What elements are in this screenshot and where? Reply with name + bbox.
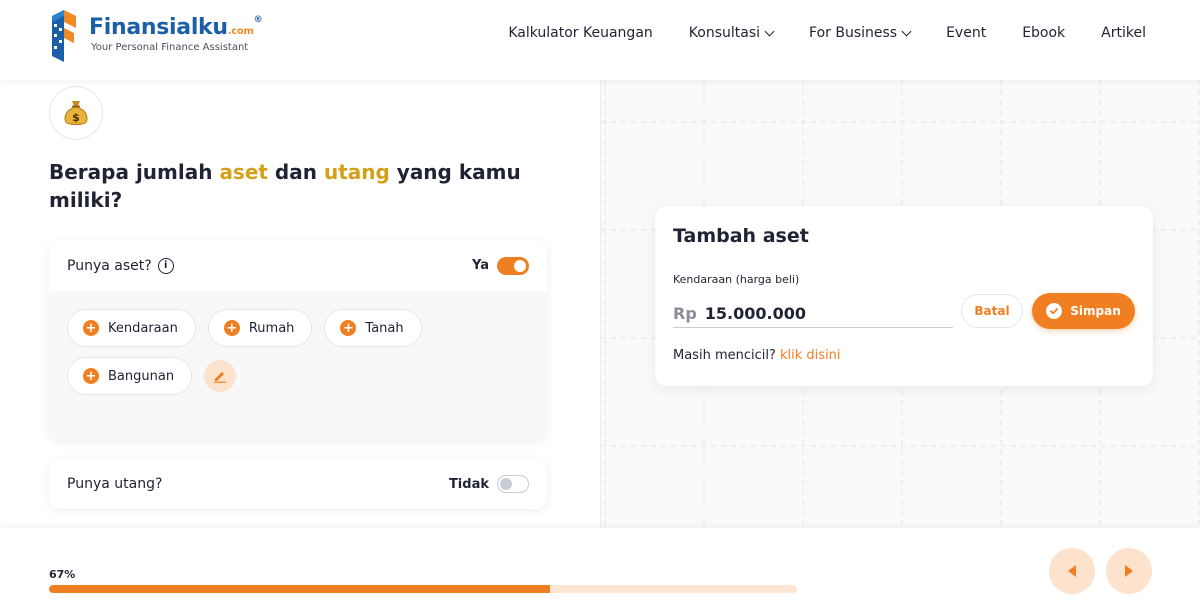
question-panel: $ Berapa jumlah aset dan utang yang kamu… bbox=[0, 80, 600, 528]
nav-label: Konsultasi bbox=[688, 25, 761, 41]
aset-card: Punya aset? i Ya + Kendaraan + Rumah + Tana… bbox=[49, 240, 547, 440]
tambah-aset-dialog: Tambah aset Kendaraan (harga beli) Rp Ba… bbox=[655, 206, 1153, 386]
logo-wordmark: Finansialku.com® bbox=[89, 15, 263, 40]
dialog-title: Tambah aset bbox=[673, 225, 809, 247]
toggle-knob bbox=[514, 259, 526, 272]
save-button[interactable]: Simpan bbox=[1032, 293, 1135, 329]
edit-aset-button[interactable] bbox=[204, 360, 237, 392]
add-rumah-chip[interactable]: + Rumah bbox=[207, 309, 313, 347]
chip-label: Bangunan bbox=[108, 368, 175, 384]
utang-toggle-label: Tidak bbox=[448, 476, 489, 492]
save-button-label: Simpan bbox=[1070, 304, 1121, 318]
plus-icon: + bbox=[83, 320, 99, 336]
nav-event[interactable]: Event bbox=[946, 25, 986, 41]
arrow-right-icon bbox=[1125, 565, 1133, 577]
utang-question-label: Punya utang? bbox=[67, 476, 163, 492]
amount-field-label: Kendaraan (harga beli) bbox=[673, 273, 800, 286]
question-icon-circle: $ bbox=[49, 86, 103, 140]
utang-toggle-group: Tidak bbox=[449, 475, 529, 493]
nav-label: Ebook bbox=[1022, 25, 1066, 41]
highlight-aset: aset bbox=[219, 160, 268, 184]
info-icon[interactable]: i bbox=[157, 257, 174, 274]
chip-label: Kendaraan bbox=[108, 320, 178, 336]
chip-label: Rumah bbox=[248, 320, 295, 336]
logo-registered-mark: ® bbox=[253, 15, 263, 25]
nav-label: Artikel bbox=[1101, 25, 1146, 41]
nav-label: Event bbox=[946, 25, 987, 41]
money-bag-icon: $ bbox=[64, 101, 88, 125]
highlight-utang: utang bbox=[323, 160, 390, 184]
currency-prefix: Rp bbox=[673, 304, 697, 323]
nav-artikel[interactable]: Artikel bbox=[1101, 25, 1146, 41]
utang-card-header: Punya utang? Tidak bbox=[49, 459, 547, 509]
utang-card-title: Punya utang? bbox=[67, 476, 162, 492]
nav-konsultasi[interactable]: Konsultasi bbox=[688, 25, 775, 41]
previous-button[interactable] bbox=[1049, 548, 1095, 594]
utang-toggle[interactable] bbox=[497, 475, 529, 493]
aset-card-title: Punya aset? i bbox=[67, 257, 174, 274]
toggle-knob bbox=[500, 477, 512, 490]
top-header: Finansialku.com® Your Personal Finance A… bbox=[0, 0, 1200, 80]
add-kendaraan-chip[interactable]: + Kendaraan bbox=[67, 309, 196, 347]
aset-card-body: + Kendaraan + Rumah + Tanah + Bangunan bbox=[49, 291, 547, 440]
installment-hint: Masih mencicil? klik disini bbox=[673, 348, 841, 363]
amount-field: Rp bbox=[673, 300, 953, 328]
chevron-down-icon bbox=[764, 26, 775, 36]
finansialku-logo-icon bbox=[52, 10, 76, 62]
chip-label: Tanah bbox=[365, 320, 404, 336]
aset-toggle-label: Ya bbox=[472, 258, 489, 273]
logo-dotcom: .com bbox=[227, 26, 254, 37]
svg-text:$: $ bbox=[72, 111, 80, 124]
check-circle-icon bbox=[1046, 303, 1063, 319]
progress-percentage: 67% bbox=[49, 568, 76, 581]
installment-link[interactable]: klik disini bbox=[780, 348, 841, 363]
nav-label: Kalkulator Keuangan bbox=[508, 25, 653, 41]
plus-icon: + bbox=[223, 320, 240, 336]
nav-ebook[interactable]: Ebook bbox=[1022, 25, 1065, 41]
arrow-left-icon bbox=[1068, 565, 1076, 577]
aset-toggle-group: Ya bbox=[472, 256, 529, 275]
input-panel: Tambah aset Kendaraan (harga beli) Rp Ba… bbox=[600, 80, 1200, 528]
plus-icon: + bbox=[83, 368, 99, 384]
chevron-down-icon bbox=[901, 26, 912, 36]
add-bangunan-chip[interactable]: + Bangunan bbox=[67, 357, 193, 395]
aset-chip-list: + Kendaraan + Rumah + Tanah + Bangunan bbox=[67, 309, 427, 395]
add-tanah-chip[interactable]: + Tanah bbox=[324, 309, 422, 347]
nav-for-business[interactable]: For Business bbox=[809, 25, 912, 41]
question-title: Berapa jumlah aset dan utang yang kamu m… bbox=[49, 160, 521, 212]
cancel-button[interactable]: Batal bbox=[961, 294, 1023, 328]
nav-label: For Business bbox=[809, 25, 898, 41]
next-button[interactable] bbox=[1106, 548, 1152, 594]
aset-card-header: Punya aset? i Ya bbox=[49, 240, 547, 291]
plus-icon: + bbox=[340, 320, 357, 336]
logo-tagline: Your Personal Finance Assistant bbox=[91, 42, 249, 53]
utang-card: Punya utang? Tidak bbox=[49, 459, 547, 509]
progress-footer: 67% bbox=[0, 528, 1200, 607]
aset-toggle[interactable] bbox=[497, 256, 529, 275]
progress-bar bbox=[49, 585, 797, 593]
nav-kalkulator-keuangan[interactable]: Kalkulator Keuangan bbox=[508, 25, 652, 41]
aset-question-label: Punya aset? bbox=[67, 257, 152, 274]
pencil-icon bbox=[214, 372, 227, 383]
main-nav: Kalkulator Keuangan Konsultasi For Busin… bbox=[508, 0, 1146, 66]
finansialku-logo[interactable]: Finansialku.com® Your Personal Finance A… bbox=[48, 6, 278, 68]
progress-bar-fill bbox=[49, 585, 551, 593]
check-icon bbox=[1050, 308, 1059, 315]
amount-input[interactable] bbox=[704, 304, 945, 323]
